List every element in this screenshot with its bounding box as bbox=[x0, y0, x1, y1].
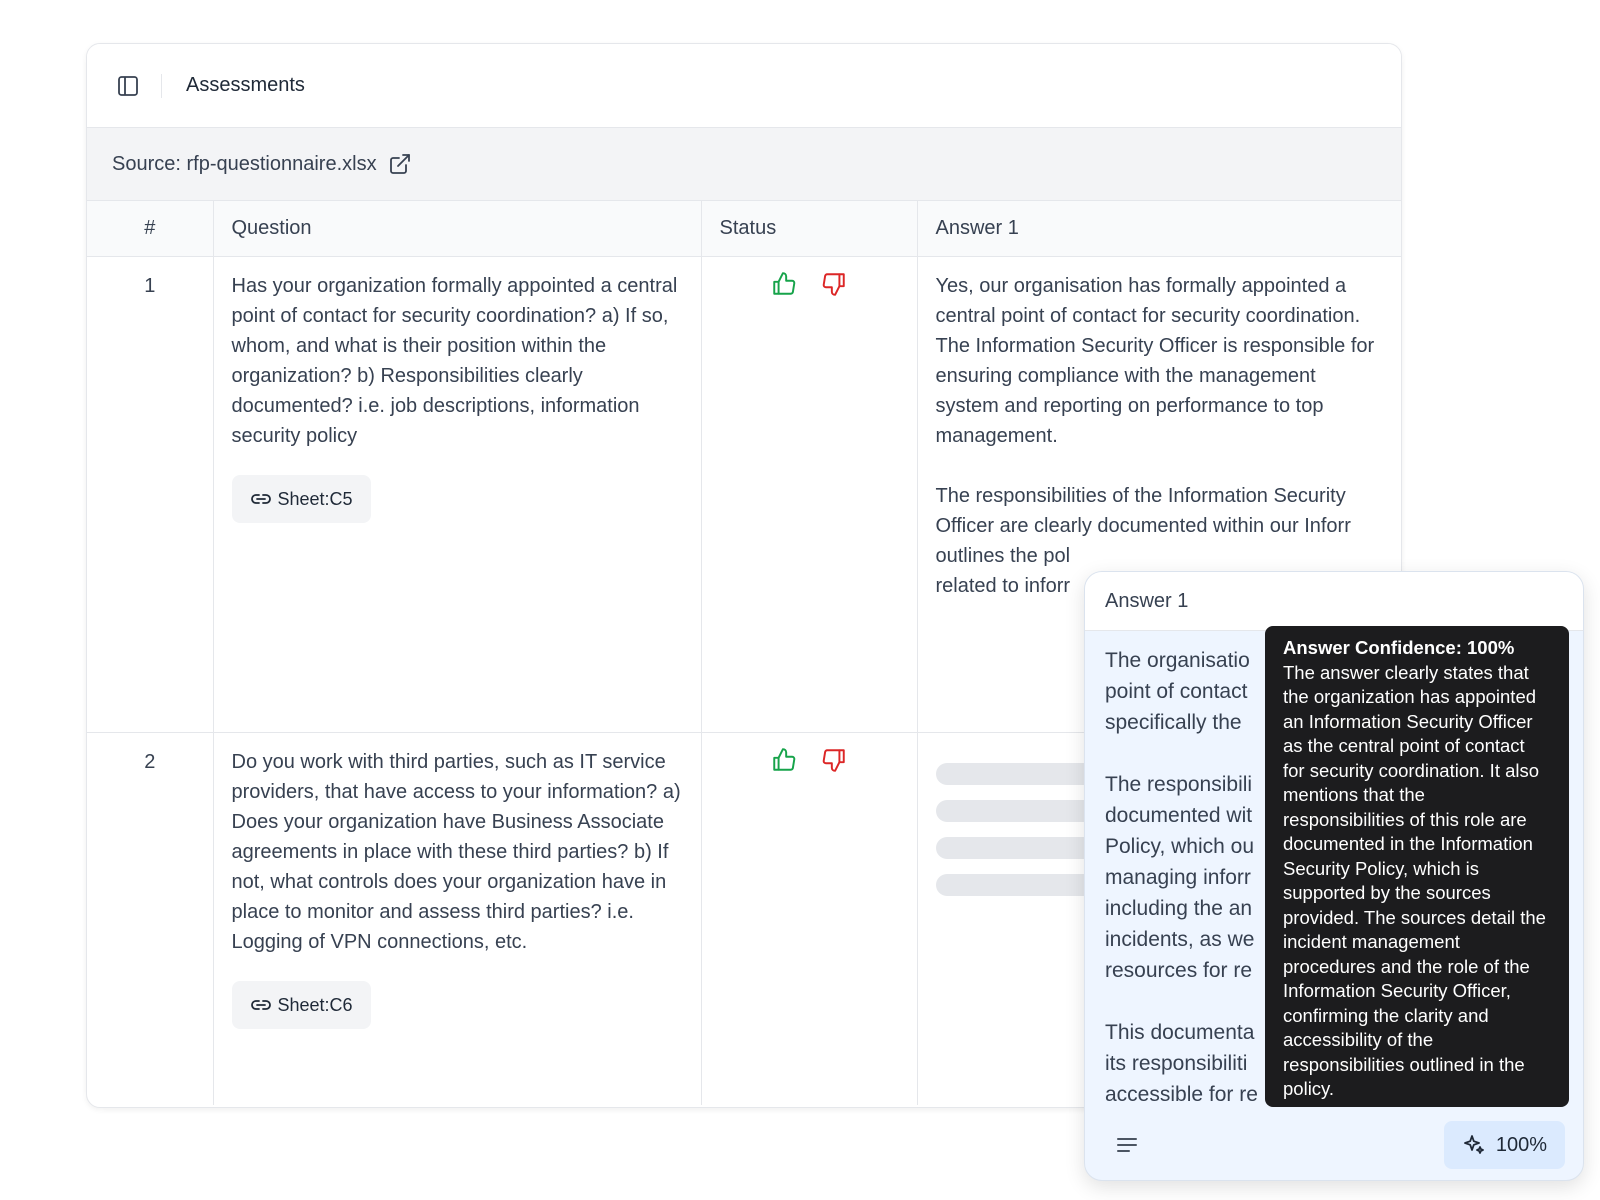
confidence-button[interactable]: 100% bbox=[1443, 1121, 1565, 1169]
header-divider bbox=[161, 73, 162, 98]
thumbs-down-icon[interactable] bbox=[821, 271, 847, 297]
sheet-reference-label: Sheet:C6 bbox=[277, 994, 353, 1015]
sparkle-icon bbox=[1463, 1135, 1484, 1154]
question-text: Has your organization formally appointed… bbox=[231, 274, 678, 447]
thumbs-up-icon[interactable] bbox=[771, 271, 797, 297]
answer-text: Yes, our organisation has formally appoi… bbox=[935, 274, 1375, 597]
question-cell: Do you work with third parties, such as … bbox=[212, 732, 701, 1105]
confidence-tooltip: Answer Confidence: 100% The answer clear… bbox=[1265, 626, 1569, 1107]
column-header-answer: Answer 1 bbox=[916, 201, 1401, 257]
table-header-row: # Question Status Answer 1 bbox=[87, 201, 1401, 257]
sheet-reference-button[interactable]: Sheet:C6 bbox=[231, 980, 371, 1029]
page-title: Assessments bbox=[186, 74, 305, 96]
confidence-value: 100% bbox=[1495, 1133, 1547, 1156]
column-header-status: Status bbox=[700, 201, 917, 257]
link-icon bbox=[250, 493, 271, 504]
question-text: Do you work with third parties, such as … bbox=[231, 750, 681, 953]
column-header-number: # bbox=[87, 201, 213, 257]
thumbs-up-icon[interactable] bbox=[771, 747, 797, 773]
source-bar: Source: rfp-questionnaire.xlsx bbox=[87, 128, 1401, 201]
panel-title: Answer 1 bbox=[1085, 572, 1583, 631]
thumbs-down-icon[interactable] bbox=[821, 747, 847, 773]
status-cell bbox=[700, 732, 917, 1105]
status-cell bbox=[700, 256, 917, 733]
row-number: 2 bbox=[144, 750, 156, 773]
sidebar-toggle-icon[interactable] bbox=[117, 75, 139, 97]
tooltip-body: The answer clearly states that the organ… bbox=[1283, 661, 1546, 1100]
text-lines-icon[interactable] bbox=[1115, 1133, 1139, 1157]
sheet-reference-label: Sheet:C5 bbox=[277, 488, 353, 509]
source-label: Source: rfp-questionnaire.xlsx bbox=[112, 152, 377, 175]
top-bar: Assessments bbox=[87, 44, 1401, 128]
link-icon bbox=[250, 999, 271, 1010]
panel-footer: 100% bbox=[1085, 1110, 1583, 1180]
column-header-question: Question bbox=[212, 201, 701, 257]
external-link-icon[interactable] bbox=[389, 153, 411, 175]
sheet-reference-button[interactable]: Sheet:C5 bbox=[231, 474, 371, 523]
tooltip-title: Answer Confidence: 100% bbox=[1283, 637, 1515, 658]
question-cell: Has your organization formally appointed… bbox=[212, 256, 701, 733]
row-number: 1 bbox=[87, 256, 213, 733]
